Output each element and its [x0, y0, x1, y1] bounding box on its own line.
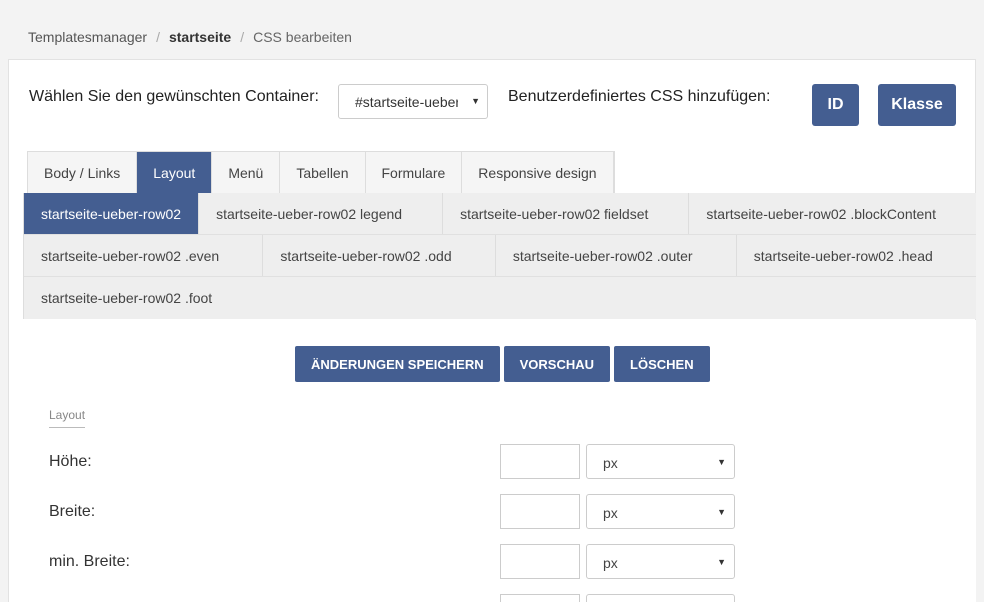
- min-breite-label: min. Breite:: [49, 553, 130, 570]
- preview-button[interactable]: VORSCHAU: [503, 346, 611, 382]
- subtab-row02-head[interactable]: startseite-ueber-row02 .head: [737, 235, 976, 276]
- save-changes-button[interactable]: ÄNDERUNGEN SPEICHERN: [295, 346, 500, 382]
- chevron-down-icon: ▼: [717, 507, 726, 517]
- id-button[interactable]: ID: [812, 84, 859, 126]
- element-subtabs: startseite-ueber-row02 startseite-ueber-…: [23, 193, 976, 319]
- tab-layout[interactable]: Layout: [137, 152, 213, 193]
- delete-button[interactable]: LÖSCHEN: [614, 346, 710, 382]
- chevron-down-icon: ▼: [471, 96, 480, 106]
- subtab-row02[interactable]: startseite-ueber-row02: [24, 193, 200, 234]
- hoehe-input[interactable]: [500, 444, 580, 479]
- container-select-value: #startseite-ueber-row02: [355, 94, 458, 110]
- breite-input[interactable]: [500, 494, 580, 529]
- subtab-row: startseite-ueber-row02 .even startseite-…: [24, 235, 976, 277]
- custom-css-label: Benutzerdefiniertes CSS hinzufügen:: [508, 88, 771, 105]
- klasse-button[interactable]: Klasse: [878, 84, 956, 126]
- container-label: Wählen Sie den gewünschten Container:: [29, 88, 319, 105]
- subtab-row02-odd[interactable]: startseite-ueber-row02 .odd: [263, 235, 496, 276]
- next-field-input[interactable]: [500, 594, 580, 602]
- subtab-row: startseite-ueber-row02 .foot: [24, 277, 976, 319]
- layout-form: ÄNDERUNGEN SPEICHERN VORSCHAU LÖSCHEN La…: [23, 320, 976, 602]
- breadcrumb-css-bearbeiten: CSS bearbeiten: [253, 29, 352, 45]
- section-title: Layout: [49, 408, 86, 428]
- subtab-row02-outer[interactable]: startseite-ueber-row02 .outer: [496, 235, 737, 276]
- min-breite-unit-select[interactable]: px ▼: [586, 544, 735, 579]
- tab-menue[interactable]: Menü: [212, 152, 281, 193]
- tab-formulare[interactable]: Formulare: [365, 152, 463, 193]
- chevron-down-icon: ▼: [717, 557, 726, 567]
- tab-tabellen[interactable]: Tabellen: [280, 152, 366, 193]
- container-select[interactable]: #startseite-ueber-row02 ▼: [338, 84, 488, 119]
- breadcrumb-separator: /: [240, 29, 245, 45]
- editor-panel: Wählen Sie den gewünschten Container: #s…: [8, 59, 976, 602]
- tab-responsive-design[interactable]: Responsive design: [462, 152, 614, 193]
- subtab-row02-legend[interactable]: startseite-ueber-row02 legend: [199, 193, 444, 234]
- breadcrumb: Templatesmanager / startseite / CSS bear…: [28, 28, 352, 46]
- subtab-row02-foot[interactable]: startseite-ueber-row02 .foot: [24, 277, 229, 318]
- subtab-row02-even[interactable]: startseite-ueber-row02 .even: [24, 235, 264, 276]
- tab-body-links[interactable]: Body / Links: [28, 152, 138, 193]
- breadcrumb-startseite[interactable]: startseite: [169, 29, 231, 45]
- min-breite-input[interactable]: [500, 544, 580, 579]
- subtab-row02-fieldset[interactable]: startseite-ueber-row02 fieldset: [443, 193, 690, 234]
- subtab-row02-blockcontent[interactable]: startseite-ueber-row02 .blockContent: [689, 193, 976, 234]
- breite-unit-value: px: [603, 505, 618, 521]
- main-tabs: Body / Links Layout Menü Tabellen Formul…: [27, 151, 615, 193]
- next-field-unit-select[interactable]: [586, 594, 735, 602]
- breite-label: Breite:: [49, 503, 96, 520]
- hoehe-unit-select[interactable]: px ▼: [586, 444, 735, 479]
- hoehe-label: Höhe:: [49, 453, 92, 470]
- breadcrumb-templatesmanager[interactable]: Templatesmanager: [28, 29, 147, 45]
- action-bar: ÄNDERUNGEN SPEICHERN VORSCHAU LÖSCHEN: [295, 346, 710, 382]
- hoehe-unit-value: px: [603, 455, 618, 471]
- breite-unit-select[interactable]: px ▼: [586, 494, 735, 529]
- subtab-row: startseite-ueber-row02 startseite-ueber-…: [24, 193, 976, 235]
- breadcrumb-separator: /: [156, 29, 160, 45]
- chevron-down-icon: ▼: [717, 457, 726, 467]
- min-breite-unit-value: px: [603, 555, 618, 571]
